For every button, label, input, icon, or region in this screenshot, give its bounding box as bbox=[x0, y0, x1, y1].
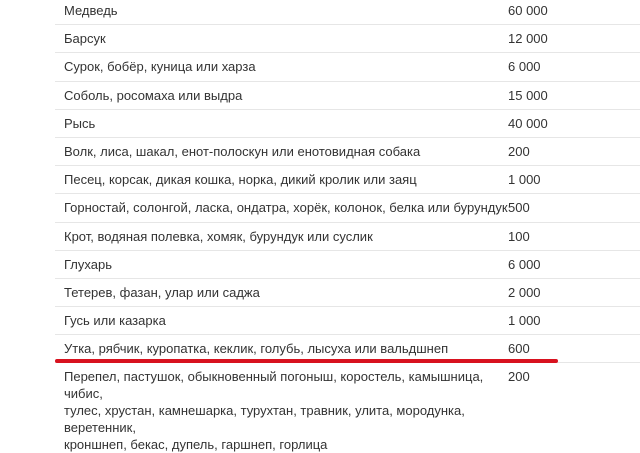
amount: 40 000 bbox=[508, 115, 548, 131]
table-row: Горностай, солонгой, ласка, ондатра, хор… bbox=[55, 194, 640, 223]
amount: 1 000 bbox=[508, 172, 541, 188]
animal-name: Перепел, пастушок, обыкновенный погоныш,… bbox=[55, 363, 508, 453]
table-row: Волк, лиса, шакал, енот-полоскун или ено… bbox=[55, 138, 640, 167]
animal-name: Глухарь bbox=[64, 256, 112, 272]
amount: 200 bbox=[508, 369, 530, 385]
animal-name: Крот, водяная полевка, хомяк, бурундук и… bbox=[64, 228, 373, 244]
amount: 200 bbox=[508, 143, 530, 159]
amount: 1 000 bbox=[508, 313, 541, 329]
amount: 60 000 bbox=[508, 3, 548, 18]
amount: 15 000 bbox=[508, 87, 548, 103]
animal-name: Волк, лиса, шакал, енот-полоскун или ено… bbox=[64, 143, 421, 159]
amount: 6 000 bbox=[508, 256, 541, 272]
table-row: Барсук 12 000 bbox=[55, 25, 640, 54]
animal-name: Песец, корсак, дикая кошка, норка, дикий… bbox=[64, 172, 417, 188]
animal-name: Сурок, бобёр, куница или харза bbox=[64, 59, 256, 75]
animal-name-line: кроншнеп, бекас, дупель, гаршнеп, горлиц… bbox=[64, 437, 328, 453]
table-row: Сурок, бобёр, куница или харза 6 000 bbox=[55, 53, 640, 82]
table-row: Тетерев, фазан, улар или саджа 2 000 bbox=[55, 279, 640, 308]
animal-name: Рысь bbox=[64, 115, 96, 131]
animal-name-line: Перепел, пастушок, обыкновенный погоныш,… bbox=[64, 369, 484, 402]
amount: 2 000 bbox=[508, 284, 541, 300]
animal-name: Медведь bbox=[64, 3, 118, 18]
amount: 100 bbox=[508, 228, 530, 244]
table-row: Перепел, пастушок, обыкновенный погоныш,… bbox=[55, 363, 640, 453]
red-underline-highlight bbox=[55, 359, 558, 363]
table-row: Крот, водяная полевка, хомяк, бурундук и… bbox=[55, 223, 640, 251]
animal-name: Барсук bbox=[64, 31, 106, 47]
table-row: Гусь или казарка 1 000 bbox=[55, 307, 640, 336]
table-row: Песец, корсак, дикая кошка, норка, дикий… bbox=[55, 166, 640, 195]
fines-table: Медведь 60 000 Барсук 12 000 Сурок, бобё… bbox=[55, 0, 640, 453]
animal-name: Горностай, солонгой, ласка, ондатра, хор… bbox=[64, 200, 508, 216]
table-row: Медведь 60 000 bbox=[55, 0, 640, 26]
animal-name-line: тулес, хрустан, камнешарка, турухтан, тр… bbox=[64, 403, 465, 436]
animal-name: Тетерев, фазан, улар или саджа bbox=[64, 284, 260, 300]
table-row: Глухарь 6 000 bbox=[55, 251, 640, 279]
animal-name: Соболь, росомаха или выдра bbox=[64, 87, 243, 103]
amount: 500 bbox=[508, 200, 530, 216]
amount: 12 000 bbox=[508, 31, 548, 47]
animal-name: Гусь или казарка bbox=[64, 313, 166, 329]
table-row: Рысь 40 000 bbox=[55, 110, 640, 138]
table-row: Соболь, росомаха или выдра 15 000 bbox=[55, 82, 640, 110]
amount: 6 000 bbox=[508, 59, 541, 75]
